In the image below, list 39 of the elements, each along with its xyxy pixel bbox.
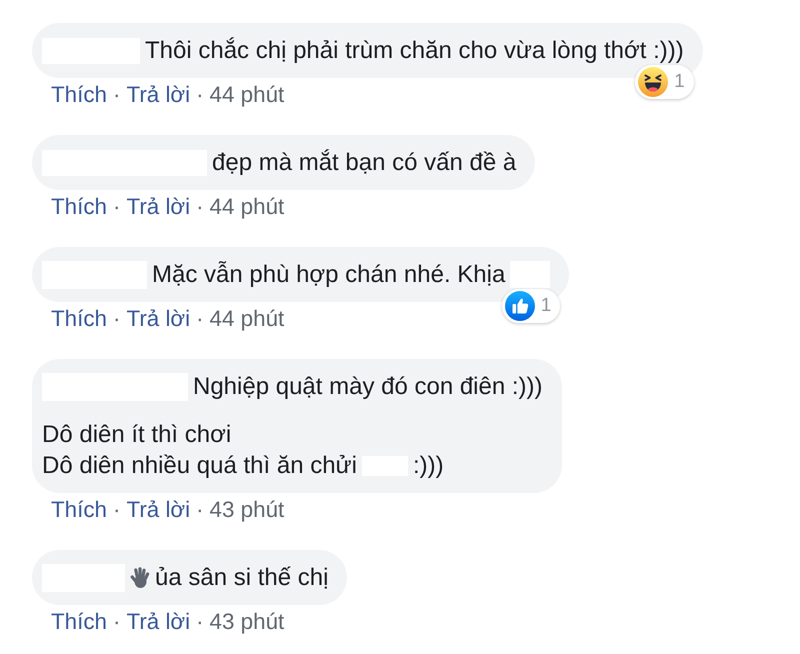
reply-link[interactable]: Trả lời [126, 496, 190, 524]
laughing-face-icon [638, 67, 668, 97]
separator-dot: · [113, 608, 120, 636]
timestamp: 44 phút [210, 305, 284, 333]
reaction-count: 1 [674, 70, 685, 94]
waving-hand-icon [130, 566, 150, 588]
like-link[interactable]: Thích [51, 496, 107, 524]
separator-dot: · [196, 305, 204, 333]
timestamp: 43 phút [210, 608, 284, 636]
separator-dot: · [113, 496, 120, 524]
reply-link[interactable]: Trả lời [126, 608, 190, 636]
comment-text: :))) [412, 451, 444, 481]
separator-dot: · [196, 193, 204, 221]
reply-link[interactable]: Trả lời [126, 305, 190, 333]
like-link[interactable]: Thích [51, 81, 107, 109]
timestamp: 43 phút [210, 496, 284, 524]
separator-dot: · [196, 608, 204, 636]
blank-name-block [510, 261, 550, 288]
reply-link[interactable]: Trả lời [126, 81, 190, 109]
comment-text: Dô diên ít thì chơi [42, 420, 232, 450]
separator-dot: · [113, 305, 120, 333]
comment-text: ủa sân si thế chị [155, 563, 328, 593]
reply-link[interactable]: Trả lời [126, 193, 190, 221]
comment-text: Nghiệp quật mày đó con điên :))) [193, 372, 543, 402]
comment-text: đẹp mà mắt bạn có vấn đề à [212, 148, 516, 178]
separator-dot: · [113, 193, 120, 221]
comment-text: Dô diên nhiều quá thì ăn chửi [42, 451, 357, 481]
like-link[interactable]: Thích [51, 608, 107, 636]
separator-dot: · [113, 81, 120, 109]
like-link[interactable]: Thích [51, 305, 107, 333]
like-link[interactable]: Thích [51, 193, 107, 221]
separator-dot: · [196, 496, 204, 524]
separator-dot: · [196, 81, 204, 109]
comment-text: Mặc vẫn phù hợp chán nhé. Khịa [152, 260, 506, 290]
timestamp: 44 phút [210, 193, 284, 221]
reaction-count: 1 [540, 294, 552, 318]
timestamp: 44 phút [210, 81, 284, 109]
comment-text: Thôi chắc chị phải trùm chăn cho vừa lòng thớt :))) [145, 36, 684, 66]
thumbs-up-icon [504, 291, 535, 321]
